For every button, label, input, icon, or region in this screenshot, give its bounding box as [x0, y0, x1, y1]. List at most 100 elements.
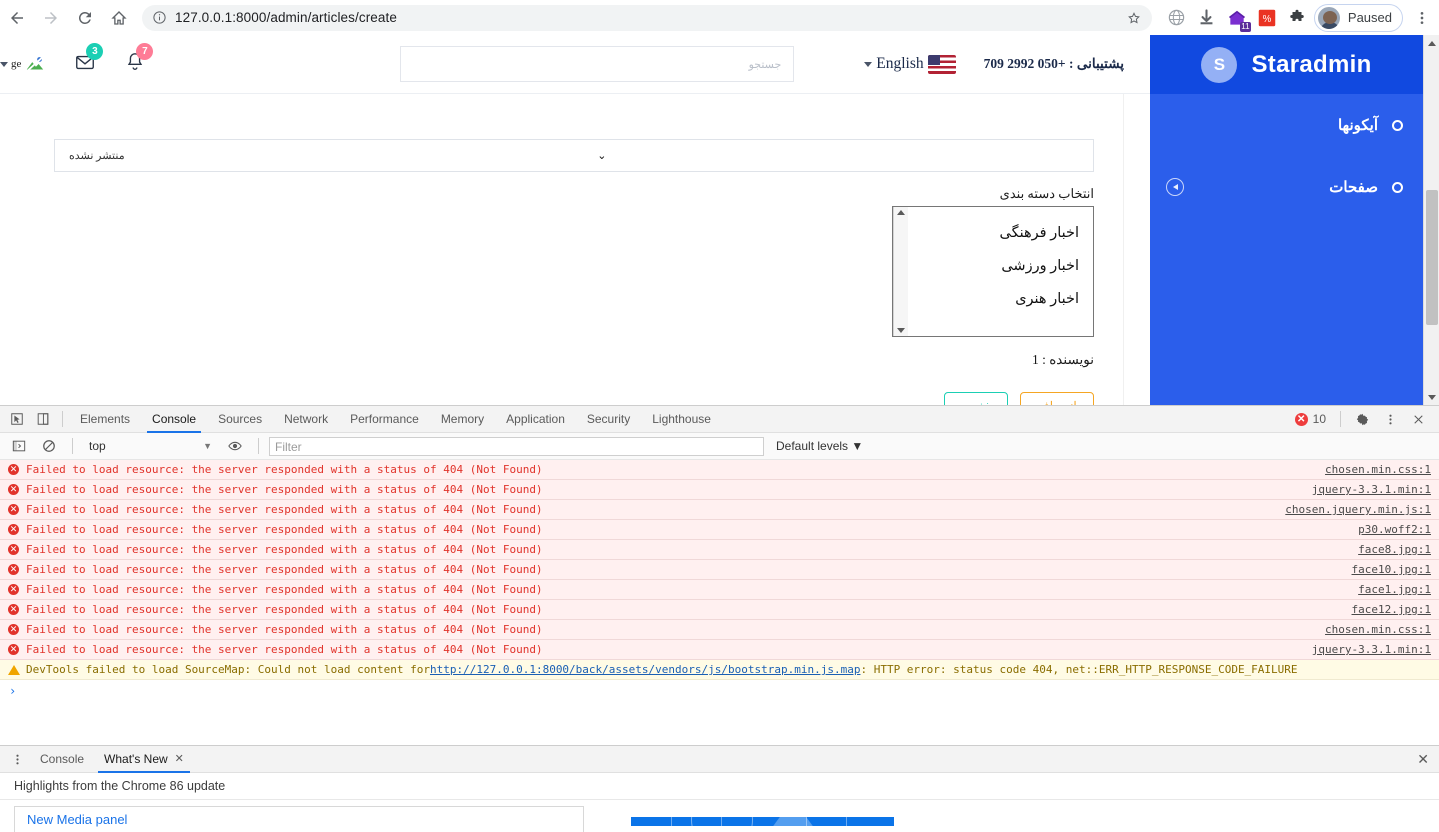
console-message-source[interactable]: face8.jpg:1	[1358, 543, 1431, 556]
console-sidebar-button[interactable]	[6, 434, 32, 458]
messages-button[interactable]: 3	[70, 43, 104, 77]
page-scrollbar[interactable]	[1423, 35, 1439, 405]
main-content: ⌄ منتشر نشده انتخاب دسته بندی اخبار فرهن…	[0, 94, 1150, 405]
console-message-row[interactable]: ✕ Failed to load resource: the server re…	[0, 640, 1439, 660]
close-devtools-button[interactable]	[1405, 407, 1431, 431]
sidebar-item-icons[interactable]: آیکونها	[1150, 94, 1423, 156]
console-message-row[interactable]: ✕ Failed to load resource: the server re…	[0, 560, 1439, 580]
sidebar-item-pages[interactable]: صفحات	[1150, 156, 1423, 218]
page-info-icon[interactable]	[152, 10, 167, 25]
language-selector[interactable]: English	[864, 54, 956, 74]
drawer-tab-console[interactable]: Console	[30, 747, 94, 772]
search-input[interactable]: جستجو	[400, 46, 795, 82]
console-message-row[interactable]: ✕ Failed to load resource: the server re…	[0, 580, 1439, 600]
category-multiselect[interactable]: اخبار فرهنگی اخبار ورزشی اخبار هنری	[892, 206, 1094, 337]
sidebar-brand[interactable]: Staradmin S	[1150, 35, 1423, 94]
tab-network[interactable]: Network	[273, 407, 339, 432]
inspect-element-button[interactable]	[4, 407, 30, 431]
broken-image-icon	[24, 54, 46, 74]
save-button[interactable]: ذخیره	[944, 392, 1008, 405]
scroll-up-arrow-icon[interactable]	[1424, 35, 1439, 51]
download-icon[interactable]	[1192, 3, 1222, 33]
console-message-row[interactable]: ✕ Failed to load resource: the server re…	[0, 480, 1439, 500]
console-message-source[interactable]: chosen.min.css:1	[1325, 463, 1431, 476]
category-option[interactable]: اخبار ورزشی	[908, 250, 1083, 283]
error-count-badge[interactable]: ✕ 10	[1289, 412, 1332, 426]
scroll-up-arrow-icon[interactable]	[897, 210, 905, 215]
category-scrollbar[interactable]	[893, 207, 908, 336]
clear-console-button[interactable]	[36, 434, 62, 458]
tab-sources[interactable]: Sources	[207, 407, 273, 432]
scroll-down-arrow-icon[interactable]	[1424, 389, 1439, 405]
category-option[interactable]: اخبار هنری	[908, 283, 1083, 316]
console-prompt[interactable]: ›	[0, 680, 1439, 702]
tab-performance[interactable]: Performance	[339, 407, 430, 432]
back-button[interactable]	[0, 1, 34, 35]
console-message-row[interactable]: ✕ Failed to load resource: the server re…	[0, 600, 1439, 620]
drawer-tab-whats-new[interactable]: What's New ✕	[94, 747, 194, 773]
console-warning-row[interactable]: DevTools failed to load SourceMap: Could…	[0, 660, 1439, 680]
whats-new-card-title[interactable]: New Media panel	[14, 806, 584, 832]
category-option[interactable]: اخبار فرهنگی	[908, 217, 1083, 250]
red-app-icon[interactable]: %	[1252, 3, 1282, 33]
console-message-source[interactable]: chosen.jquery.min.js:1	[1285, 503, 1431, 516]
drawer-subtitle: Highlights from the Chrome 86 update	[0, 773, 1439, 800]
form-actions: انصراف ذخیره	[944, 392, 1094, 405]
console-message-source[interactable]: jquery-3.3.1.min:1	[1312, 483, 1431, 496]
console-message-source[interactable]: chosen.min.css:1	[1325, 623, 1431, 636]
console-message-source[interactable]: jquery-3.3.1.min:1	[1312, 643, 1431, 656]
error-icon: ✕	[8, 644, 19, 655]
console-message-source[interactable]: p30.woff2:1	[1358, 523, 1431, 536]
tab-lighthouse[interactable]: Lighthouse	[641, 407, 722, 432]
address-bar[interactable]: 127.0.0.1:8000/admin/articles/create	[142, 4, 1152, 31]
close-icon	[1413, 414, 1423, 424]
console-message-row[interactable]: ✕ Failed to load resource: the server re…	[0, 620, 1439, 640]
cancel-button[interactable]: انصراف	[1020, 392, 1094, 405]
console-message-source[interactable]: face12.jpg:1	[1352, 603, 1431, 616]
drawer-menu-button[interactable]	[4, 747, 30, 771]
page-scrollbar-thumb[interactable]	[1426, 190, 1438, 325]
home-button[interactable]	[102, 1, 136, 35]
console-message-row[interactable]: ✕ Failed to load resource: the server re…	[0, 520, 1439, 540]
warning-link[interactable]: http://127.0.0.1:8000/back/assets/vendor…	[430, 663, 860, 676]
tab-application[interactable]: Application	[495, 407, 576, 432]
reload-icon	[76, 9, 94, 27]
console-message-row[interactable]: ✕ Failed to load resource: the server re…	[0, 540, 1439, 560]
profile-chip[interactable]: Paused	[1313, 3, 1403, 32]
chrome-menu-button[interactable]	[1405, 1, 1439, 35]
profile-dropdown[interactable]: ge	[0, 54, 46, 74]
tab-security[interactable]: Security	[576, 407, 641, 432]
forward-button[interactable]	[34, 1, 68, 35]
extension-purple-icon[interactable]: 11	[1222, 3, 1252, 33]
more-options-button[interactable]	[1377, 407, 1403, 431]
log-levels-selector[interactable]: Default levels ▼	[776, 439, 863, 453]
tab-memory[interactable]: Memory	[430, 407, 495, 432]
console-message-row[interactable]: ✕ Failed to load resource: the server re…	[0, 500, 1439, 520]
settings-button[interactable]	[1349, 407, 1375, 431]
live-expression-button[interactable]	[222, 434, 248, 458]
scroll-down-arrow-icon[interactable]	[897, 328, 905, 333]
chevron-down-icon	[864, 61, 873, 67]
device-toolbar-icon	[37, 413, 49, 425]
console-filter-input[interactable]: Filter	[269, 436, 764, 456]
status-select[interactable]: ⌄ منتشر نشده	[54, 139, 1094, 172]
console-message-row[interactable]: ✕ Failed to load resource: the server re…	[0, 460, 1439, 480]
console-message-source[interactable]: face1.jpg:1	[1358, 583, 1431, 596]
tab-elements[interactable]: Elements	[69, 407, 141, 432]
bookmark-star-icon[interactable]	[1126, 10, 1142, 26]
console-context-selector[interactable]: top ▼	[83, 436, 218, 456]
reload-button[interactable]	[68, 1, 102, 35]
console-messages[interactable]: ✕ Failed to load resource: the server re…	[0, 460, 1439, 751]
console-message-source[interactable]: face10.jpg:1	[1352, 563, 1431, 576]
globe-icon[interactable]	[1162, 3, 1192, 33]
close-icon[interactable]: ✕	[175, 752, 184, 765]
notifications-count: 7	[136, 43, 154, 60]
console-message-text: Failed to load resource: the server resp…	[26, 583, 543, 596]
devtools-toolbar-right: ✕ 10	[1289, 407, 1439, 431]
notifications-button[interactable]: 7	[120, 43, 154, 77]
more-options-icon	[1388, 414, 1392, 424]
puzzle-icon[interactable]	[1282, 3, 1312, 33]
drawer-close-button[interactable]: ✕	[1417, 751, 1429, 768]
device-toolbar-button[interactable]	[30, 407, 56, 431]
tab-console[interactable]: Console	[141, 407, 207, 433]
